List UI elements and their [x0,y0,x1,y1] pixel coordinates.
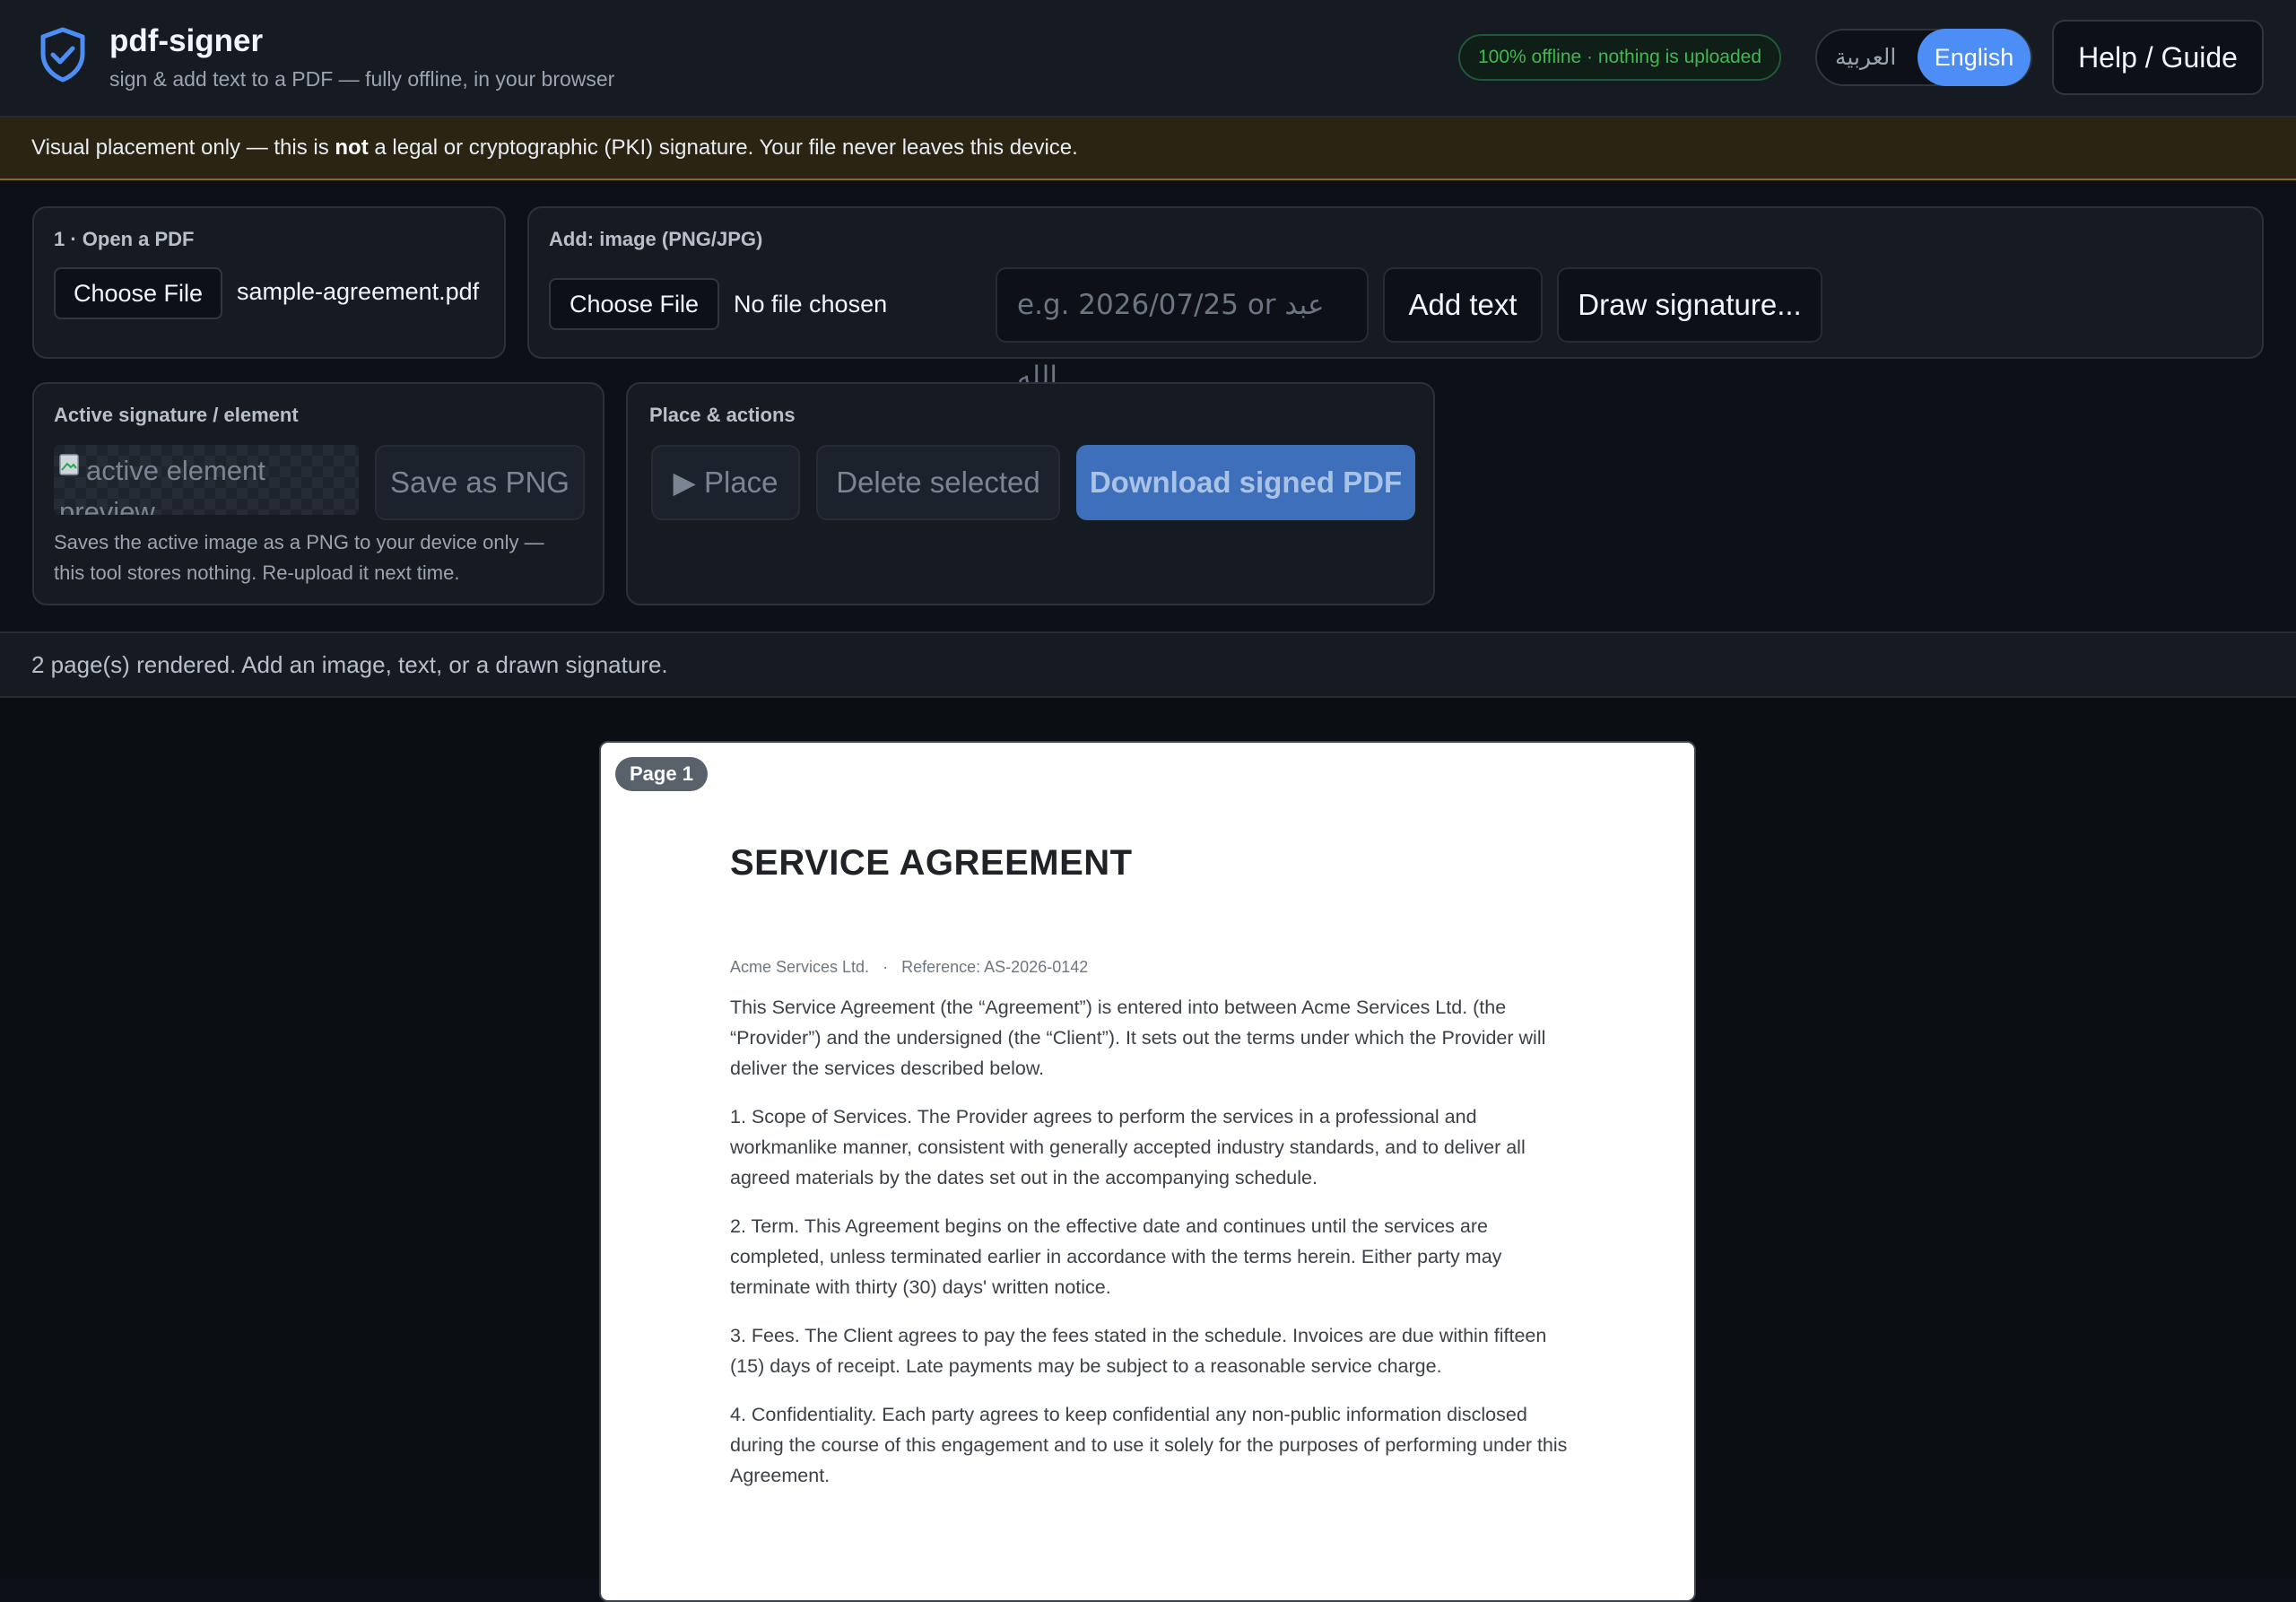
notice-text-before: Visual placement only — this is [31,135,335,160]
app-subtitle: sign & add text to a PDF — fully offline… [109,67,615,91]
render-status-bar: 2 page(s) rendered. Add an image, text, … [0,631,2296,698]
language-toggle: العربية English [1815,29,2032,86]
language-option-english[interactable]: English [1918,29,2031,86]
pdf-viewer[interactable]: Page 1 SERVICE AGREEMENT Acme Services L… [0,698,2296,1602]
pdf-signer-app: pdf-signer sign & add text to a PDF — fu… [0,0,2296,1602]
document-title: SERVICE AGREEMENT [730,843,1133,883]
download-signed-pdf-button[interactable]: Download signed PDF [1076,445,1415,520]
active-element-preview: active element preview [54,445,359,515]
save-as-png-button[interactable]: Save as PNG [375,445,585,520]
open-pdf-title: 1 · Open a PDF [54,228,195,250]
shield-check-icon [40,27,85,83]
page-number-badge: Page 1 [615,757,708,791]
preview-alt-text: active element preview [59,455,265,515]
save-png-hint-line-2: this tool stores nothing. Re-upload it n… [54,562,460,584]
document-company: Acme Services Ltd. [730,958,870,976]
add-image-choose-file-button[interactable]: Choose File [549,278,719,330]
place-button[interactable]: ▶ Place [651,445,800,520]
document-reference: Reference: AS-2026-0142 [901,958,1089,976]
add-text-button[interactable]: Add text [1383,267,1543,343]
active-element-title: Active signature / element [54,404,299,426]
active-element-panel: Active signature / element active elemen… [32,382,604,605]
add-image-file-name: No file chosen [734,291,888,318]
open-pdf-panel: 1 · Open a PDF Choose File sample-agreem… [32,206,506,359]
app-header: pdf-signer sign & add text to a PDF — fu… [0,0,2296,118]
document-paragraph: 4. Confidentiality. Each party agrees to… [730,1404,1568,1486]
notice-emphasis: not [335,135,369,160]
add-text-input[interactable]: e.g. 2026/07/25 or عبد الله [996,267,1369,393]
offline-status-badge: 100% offline · nothing is uploaded [1458,34,1782,81]
save-png-hint: Saves the active image as a PNG to your … [54,527,556,588]
pdf-page-1[interactable]: Page 1 SERVICE AGREEMENT Acme Services L… [599,741,1696,1602]
open-pdf-file-name: sample-agreement.pdf [237,278,480,305]
save-png-hint-line-1: Saves the active image as a PNG to your … [54,531,544,553]
add-element-panel: Add: image (PNG/JPG) Choose File No file… [527,206,2264,393]
notice-text-after: a legal or cryptographic (PKI) signature… [368,135,1078,160]
place-actions-title: Place & actions [649,404,796,426]
language-option-arabic[interactable]: العربية [1835,30,1896,84]
document-paragraph: 2. Term. This Agreement begins on the ef… [730,1215,1502,1298]
delete-selected-button[interactable]: Delete selected [816,445,1060,520]
legal-notice-banner: Visual placement only — this is not a le… [0,118,2296,180]
open-pdf-choose-file-button[interactable]: Choose File [54,267,222,319]
place-actions-panel: Place & actions ▶ Place Delete selected … [626,382,1435,605]
draw-signature-button[interactable]: Draw signature... [1557,267,1822,343]
document-paragraph: This Service Agreement (the “Agreement”)… [730,997,1546,1079]
document-paragraph: 3. Fees. The Client agrees to pay the fe… [730,1325,1547,1377]
document-body: This Service Agreement (the “Agreement”)… [730,992,1573,1509]
document-meta: Acme Services Ltd. · Reference: AS-2026-… [730,958,1088,977]
document-paragraph: 1. Scope of Services. The Provider agree… [730,1106,1526,1188]
help-guide-button[interactable]: Help / Guide [2052,20,2264,95]
document-meta-separator: · [883,958,889,976]
app-title: pdf-signer [109,23,264,58]
add-image-title: Add: image (PNG/JPG) [549,228,763,250]
